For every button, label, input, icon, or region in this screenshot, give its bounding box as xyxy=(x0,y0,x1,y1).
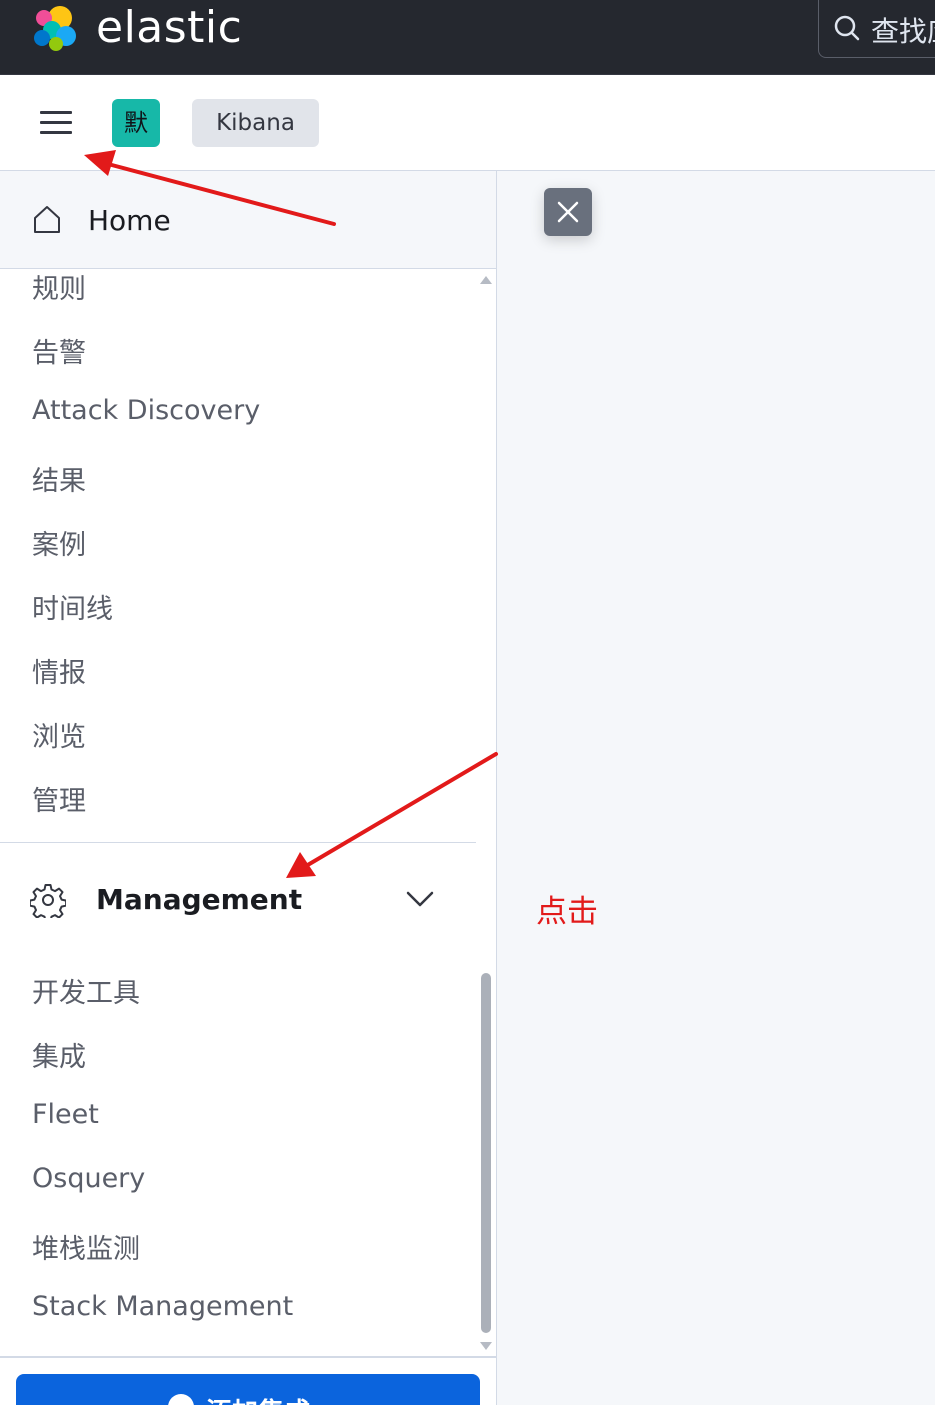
nav-item-integrations[interactable]: 集成 xyxy=(32,1035,86,1074)
nav-item-cases[interactable]: 案例 xyxy=(32,523,86,562)
space-avatar[interactable]: 默 xyxy=(112,99,160,147)
footer-divider xyxy=(0,1356,496,1358)
app-header: 默 Kibana xyxy=(0,75,935,171)
nav-item-osquery[interactable]: Osquery xyxy=(32,1163,145,1194)
close-nav-button[interactable] xyxy=(544,188,592,236)
nav-item-manage[interactable]: 管理 xyxy=(32,779,86,818)
search-icon xyxy=(834,15,860,41)
plus-circle-icon xyxy=(168,1394,194,1405)
elastic-logo-icon[interactable] xyxy=(30,4,80,52)
hamburger-icon xyxy=(40,131,72,134)
brand-name: elastic xyxy=(96,2,243,53)
management-section-title[interactable]: Management xyxy=(96,883,302,916)
add-integrations-button[interactable]: 添加集成 xyxy=(16,1374,480,1405)
close-icon xyxy=(557,201,579,223)
nav-item-dev-tools[interactable]: 开发工具 xyxy=(32,971,140,1010)
nav-item-alerts[interactable]: 告警 xyxy=(32,331,86,370)
nav-item-rules[interactable]: 规则 xyxy=(32,267,86,306)
scroll-down-arrow[interactable] xyxy=(480,1342,492,1350)
side-navigation: Home 规则 告警 Attack Discovery 结果 案例 时间线 情报… xyxy=(0,171,497,1405)
nav-item-timelines[interactable]: 时间线 xyxy=(32,587,113,626)
global-header: elastic 查找应 xyxy=(0,0,935,75)
nav-item-stack-monitoring[interactable]: 堆栈监测 xyxy=(32,1227,140,1266)
nav-item-attack-discovery[interactable]: Attack Discovery xyxy=(32,395,260,426)
scrollbar-thumb[interactable] xyxy=(481,973,491,1333)
nav-item-intelligence[interactable]: 情报 xyxy=(32,651,86,690)
menu-toggle-button[interactable] xyxy=(34,105,78,141)
scroll-up-arrow[interactable] xyxy=(480,276,492,284)
chevron-down-icon[interactable] xyxy=(404,887,436,911)
nav-item-findings[interactable]: 结果 xyxy=(32,459,86,498)
nav-home-label: Home xyxy=(88,204,171,237)
hamburger-icon xyxy=(40,111,72,114)
click-annotation-label: 点击 xyxy=(536,894,598,930)
global-search[interactable]: 查找应 xyxy=(818,0,935,58)
hamburger-icon xyxy=(40,121,72,124)
nav-home[interactable]: Home xyxy=(0,171,496,269)
nav-divider xyxy=(0,842,476,843)
breadcrumb-kibana[interactable]: Kibana xyxy=(192,99,319,147)
nav-item-explore[interactable]: 浏览 xyxy=(32,715,86,754)
gear-icon xyxy=(30,884,66,918)
add-integrations-label: 添加集成 xyxy=(206,1392,310,1405)
nav-item-stack-management[interactable]: Stack Management xyxy=(32,1291,293,1322)
nav-item-fleet[interactable]: Fleet xyxy=(32,1099,99,1130)
main-content xyxy=(497,171,935,1405)
home-icon xyxy=(34,206,60,233)
search-placeholder: 查找应 xyxy=(871,15,935,48)
